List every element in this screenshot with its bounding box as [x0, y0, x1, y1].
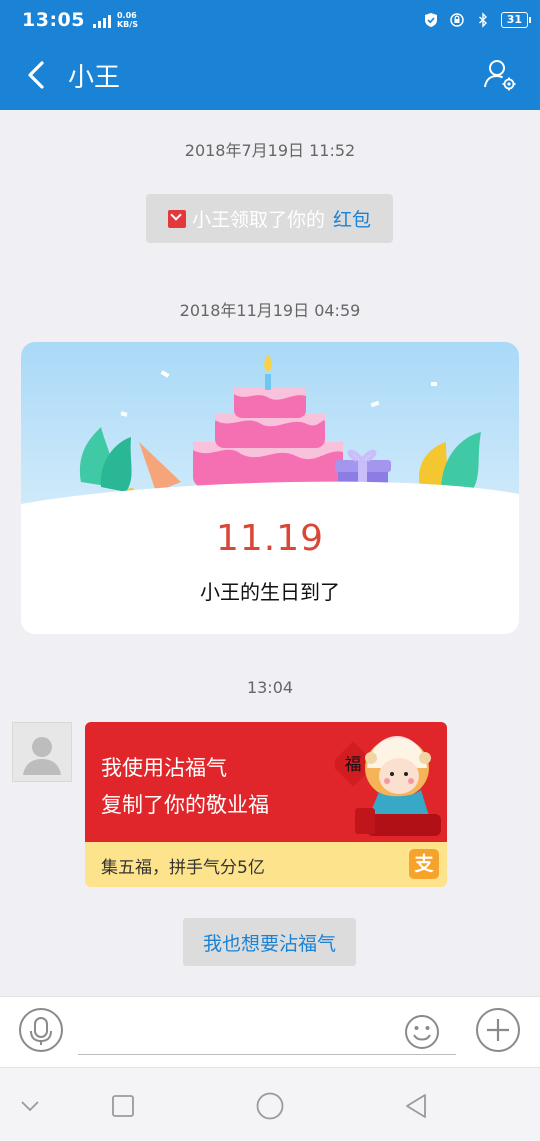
notice-text: 小王领取了你的	[191, 209, 325, 231]
chat-settings-button[interactable]	[480, 55, 520, 95]
hide-keyboard-button[interactable]	[12, 1088, 48, 1124]
circle-icon	[256, 1092, 284, 1120]
avatar[interactable]	[12, 722, 72, 782]
smiley-icon	[405, 1015, 439, 1049]
triangle-back-icon	[406, 1094, 426, 1118]
back-nav-button[interactable]	[398, 1088, 434, 1124]
message-timestamp: 2018年7月19日 11:52	[184, 141, 356, 160]
birthday-cake-illustration	[21, 342, 519, 542]
voice-button[interactable]	[19, 1008, 63, 1052]
red-envelope-icon	[167, 209, 186, 228]
default-avatar-icon	[23, 737, 61, 775]
alarm-icon	[449, 13, 464, 27]
plus-icon	[487, 1019, 509, 1041]
bluetooth-icon	[478, 12, 487, 28]
back-button[interactable]	[16, 55, 56, 95]
fu-card-footer-text: 集五福，拼手气分5亿	[101, 858, 265, 878]
alipay-icon: 支	[409, 849, 439, 879]
battery-icon: 31	[500, 12, 532, 28]
birthday-card[interactable]: 11.19 小王的生日到了	[21, 342, 519, 634]
fu-character-illustration: 福	[335, 736, 441, 836]
message-input[interactable]	[78, 1009, 456, 1055]
birthday-date: 11.19	[215, 518, 325, 559]
fu-card-body: 我使用沾福气 复制了你的敬业福 福	[85, 722, 447, 842]
red-packet-link[interactable]: 红包	[333, 205, 371, 232]
fu-card-line2: 复制了你的敬业福	[101, 793, 269, 817]
user-settings-icon	[484, 60, 516, 91]
system-navigation-bar	[0, 1067, 540, 1141]
more-actions-button[interactable]	[476, 1008, 520, 1052]
home-button[interactable]	[252, 1088, 288, 1124]
message-timestamp: 2018年11月19日 04:59	[179, 301, 361, 320]
birthday-text: 小王的生日到了	[200, 580, 340, 604]
signal-icon	[92, 12, 111, 28]
network-speed-value: 0.06	[116, 11, 137, 20]
chevron-left-icon	[28, 61, 44, 89]
want-fu-button[interactable]: 我也想要沾福气	[183, 918, 356, 966]
square-icon	[112, 1095, 134, 1117]
input-bar	[0, 996, 540, 1067]
page-title: 小王	[68, 62, 121, 93]
status-bar: 13:05 0.06 KB/S 31	[0, 0, 540, 40]
fu-blessing-card[interactable]: 我使用沾福气 复制了你的敬业福 福 集五福，拼手气分5亿 支	[85, 722, 447, 887]
network-speed: 0.06 KB/S	[117, 11, 138, 29]
recent-apps-button[interactable]	[105, 1088, 141, 1124]
status-time: 13:05	[22, 9, 85, 31]
microphone-icon	[30, 1017, 52, 1045]
message-timestamp: 13:04	[246, 678, 294, 697]
chevron-down-icon	[21, 1101, 39, 1112]
fu-card-line1: 我使用沾福气	[101, 756, 227, 780]
chat-header: 小王	[0, 40, 540, 110]
shield-icon	[424, 13, 437, 27]
red-packet-notice: 小王领取了你的 红包	[146, 194, 393, 243]
fu-card-footer: 集五福，拼手气分5亿 支	[85, 842, 447, 887]
network-speed-unit: KB/S	[116, 20, 138, 29]
emoji-button[interactable]	[404, 1014, 440, 1050]
fu-badge-text: 福	[345, 755, 362, 775]
